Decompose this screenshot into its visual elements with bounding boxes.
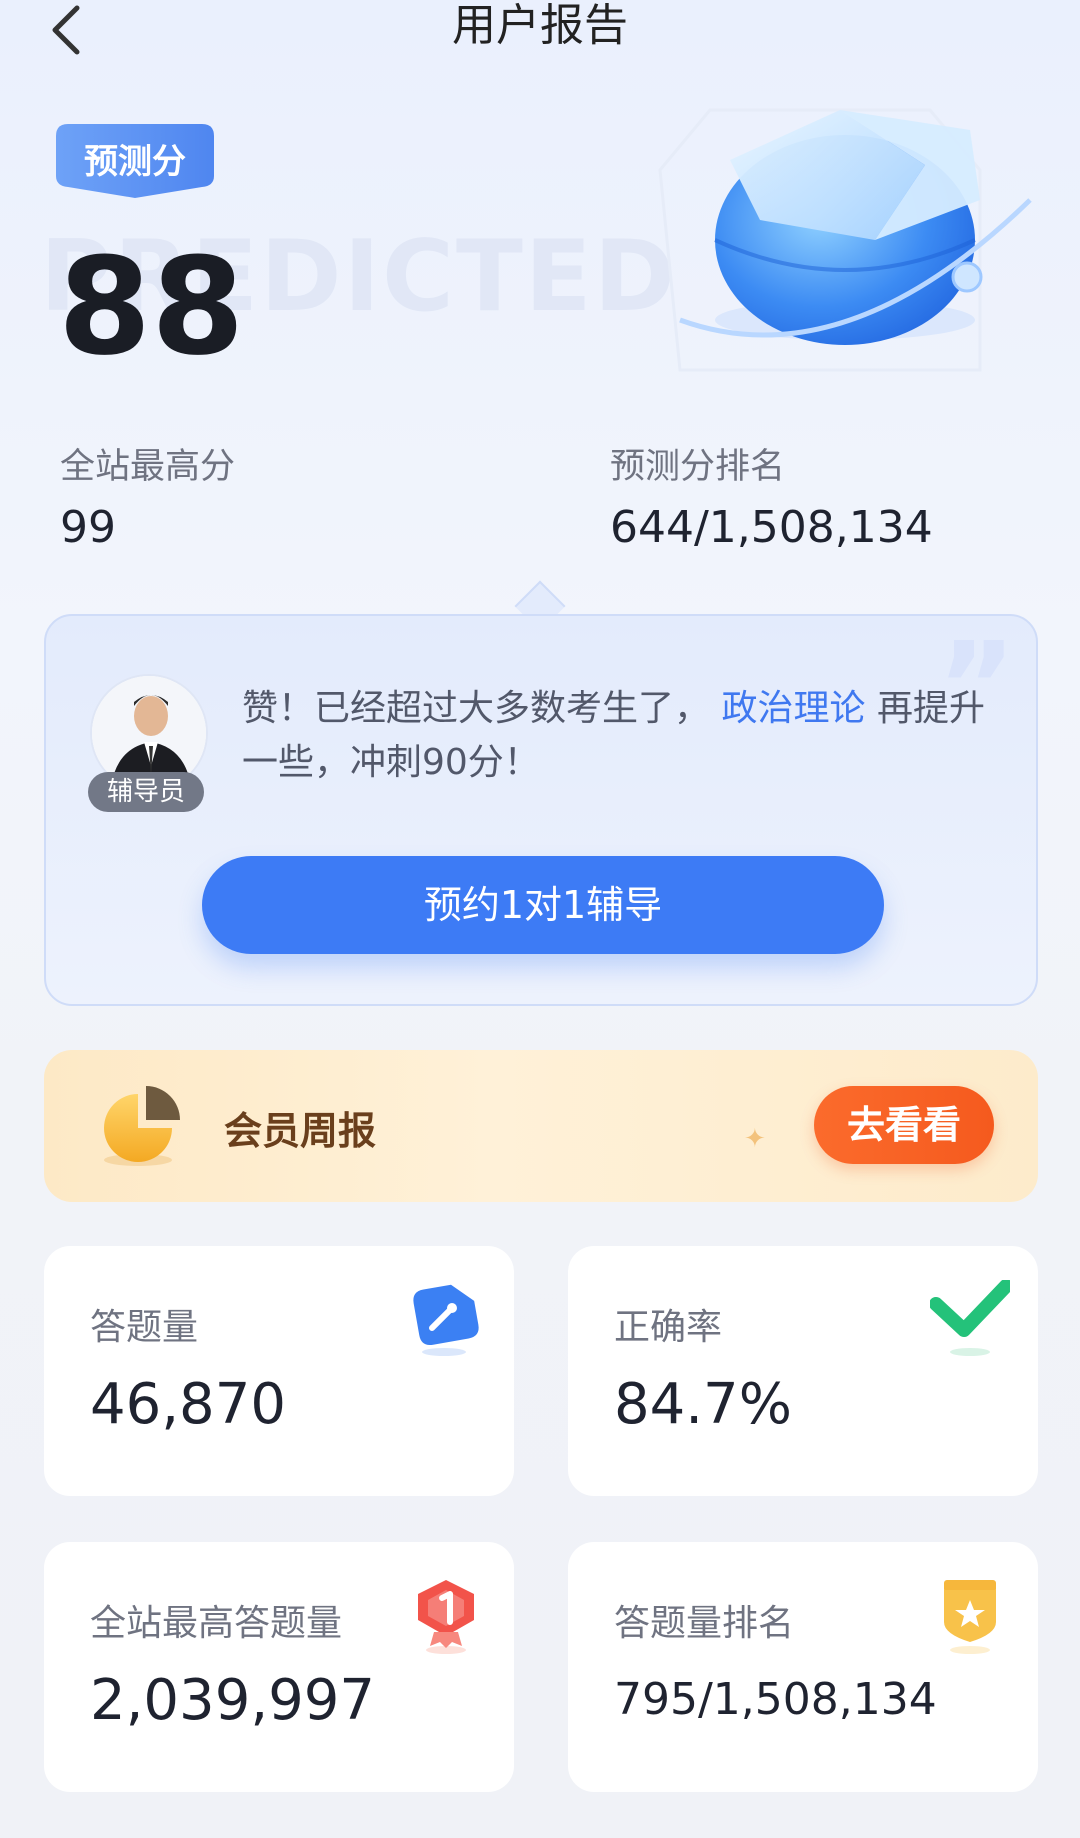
answer-rank-card: 答题量排名 795/1,508,134 <box>568 1542 1038 1792</box>
check-icon <box>930 1280 1010 1356</box>
score-rank-label: 预测分排名 <box>610 447 786 487</box>
member-weekly-report-title: 会员周报 <box>224 1109 377 1153</box>
sparkle-icon: ✦ <box>744 1124 766 1154</box>
score-rank-value: 644/1,508,134 <box>610 502 933 553</box>
view-report-button[interactable]: 去看看 <box>814 1086 994 1164</box>
pie-globe-illustration <box>658 108 1032 372</box>
answer-rank-value: 795/1,508,134 <box>614 1674 937 1725</box>
tutor-badge: 辅导员 <box>88 772 204 812</box>
subject-link-politics[interactable]: 政治理论 <box>721 688 865 729</box>
book-tutoring-button[interactable]: 预约1对1辅导 <box>202 856 884 954</box>
rank-one-badge-icon <box>418 1580 474 1654</box>
answer-rank-label: 答题量排名 <box>614 1603 795 1644</box>
site-max-answers-card: 全站最高答题量 2,039,997 <box>44 1542 514 1792</box>
tutor-message-part1: 赞！已经超过大多数考生了， <box>242 688 711 729</box>
pie-chart-icon <box>104 1086 180 1166</box>
accuracy-card: 正确率 84.7% <box>568 1246 1038 1496</box>
member-weekly-report-banner[interactable]: 会员周报 ✦ 去看看 <box>44 1050 1038 1202</box>
predicted-score-tag-label: 预测分 <box>84 142 186 182</box>
site-max-score-value: 99 <box>60 502 116 553</box>
answer-count-value: 46,870 <box>90 1372 286 1437</box>
site-max-answers-value: 2,039,997 <box>90 1668 376 1733</box>
accuracy-value: 84.7% <box>614 1372 792 1437</box>
tutor-message: 赞！已经超过大多数考生了， 政治理论 再提升一些，冲刺90分！ <box>242 682 1012 790</box>
predicted-score-tag: 预测分 <box>56 124 214 202</box>
pencil-icon <box>413 1284 479 1356</box>
site-max-score-label: 全站最高分 <box>60 447 236 487</box>
tutor-message-card: ” 辅导员 赞！已经超过大多数考生了， 政治理论 再提升一些，冲刺90分！ 预约… <box>44 614 1038 1006</box>
predicted-score-value: 88 <box>58 229 245 385</box>
header: 用户报告 <box>0 0 1080 56</box>
star-shield-icon <box>944 1580 996 1654</box>
answer-count-label: 答题量 <box>90 1307 199 1348</box>
answer-count-card: 答题量 46,870 <box>44 1246 514 1496</box>
accuracy-label: 正确率 <box>614 1307 723 1348</box>
site-max-answers-label: 全站最高答题量 <box>90 1603 343 1644</box>
page-title: 用户报告 <box>452 0 628 51</box>
